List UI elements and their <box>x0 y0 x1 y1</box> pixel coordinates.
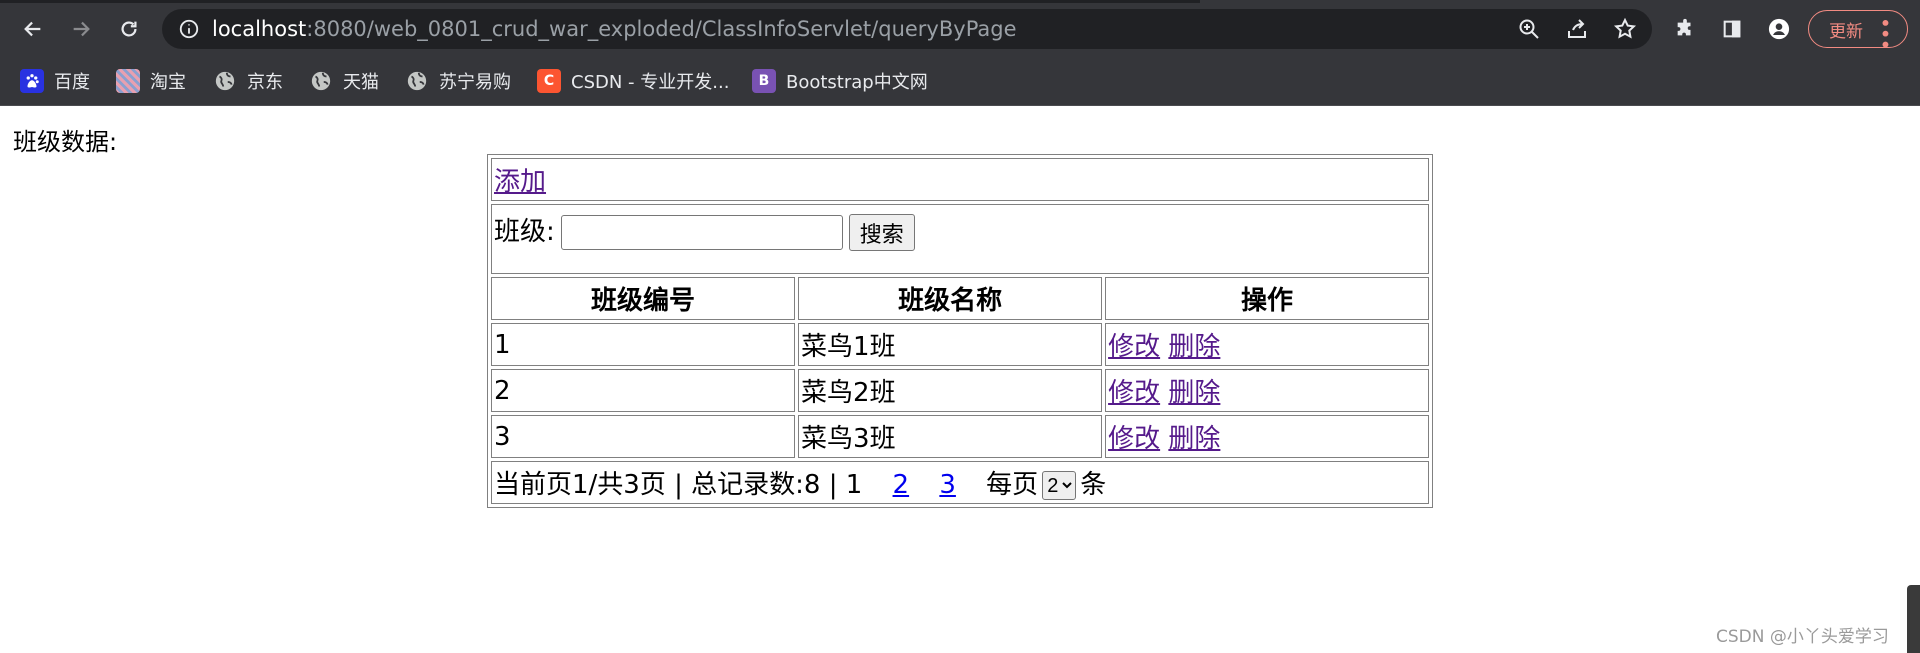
reload-icon[interactable] <box>114 14 144 44</box>
header-actions: 操作 <box>1105 277 1429 320</box>
delete-link[interactable]: 删除 <box>1168 378 1220 408</box>
cell-class-id: 2 <box>491 369 796 412</box>
per-page-unit: 条 <box>1080 470 1107 500</box>
bookmark-jd[interactable]: 京东 <box>213 66 283 96</box>
page-link-3[interactable]: 3 <box>939 470 956 500</box>
side-panel-icon[interactable] <box>1717 14 1747 44</box>
bootstrap-icon: B <box>752 69 776 93</box>
search-button[interactable]: 搜索 <box>848 214 915 251</box>
search-cell: 班级: 搜索 <box>491 204 1429 274</box>
per-page-label: 每页 <box>986 470 1039 500</box>
delete-link[interactable]: 删除 <box>1168 332 1220 362</box>
extensions-icon[interactable] <box>1670 14 1700 44</box>
header-class-id: 班级编号 <box>491 277 796 320</box>
cell-class-id: 1 <box>491 323 796 366</box>
bookmark-suning[interactable]: 苏宁易购 <box>405 66 511 96</box>
bookmark-tmall[interactable]: 天猫 <box>309 66 379 96</box>
cell-actions: 修改 删除 <box>1105 415 1429 458</box>
update-button[interactable]: 更新 ••• <box>1808 10 1908 49</box>
bookmark-label: Bootstrap中文网 <box>786 72 928 93</box>
page-title: 班级数据: <box>13 128 118 156</box>
cell-actions: 修改 删除 <box>1105 323 1429 366</box>
add-cell: 添加 <box>491 158 1429 201</box>
bookmark-label: 淘宝 <box>150 72 186 93</box>
site-info-icon[interactable] <box>178 18 200 40</box>
table-row: 1 菜鸟1班 修改 删除 <box>491 323 1429 366</box>
csdn-watermark: CSDN @小丫头爱学习 <box>1716 627 1889 647</box>
url-text[interactable]: localhost:8080/web_0801_crud_war_explode… <box>212 17 1017 41</box>
current-page: 1 <box>845 470 863 500</box>
baidu-icon <box>20 69 44 93</box>
globe-icon <box>405 69 429 93</box>
search-row: 班级: 搜索 <box>491 204 1429 274</box>
globe-icon <box>309 69 333 93</box>
bookmark-label: CSDN - 专业开发... <box>571 72 730 93</box>
pagination-cell: 当前页1/共3页 | 总记录数:8 | 1 2 3 每页 2 条 <box>491 461 1429 504</box>
bookmarks-bar: 百度 淘宝 京东 天猫 苏宁易购 C CSDN - 专业开发... B Boot… <box>0 58 1920 106</box>
cell-class-name: 菜鸟3班 <box>798 415 1103 458</box>
table-header-row: 班级编号 班级名称 操作 <box>491 277 1429 320</box>
url-path: :8080/web_0801_crud_war_exploded/ClassIn… <box>306 17 1017 41</box>
delete-link[interactable]: 删除 <box>1168 424 1220 454</box>
bookmark-label: 京东 <box>247 72 283 93</box>
bookmark-label: 百度 <box>54 72 90 93</box>
page-link-2[interactable]: 2 <box>893 470 910 500</box>
edit-link[interactable]: 修改 <box>1108 332 1160 362</box>
csdn-icon: C <box>537 69 561 93</box>
share-icon[interactable] <box>1565 17 1589 41</box>
add-link[interactable]: 添加 <box>494 167 546 197</box>
taobao-icon <box>116 69 140 93</box>
class-table: 添加 班级: 搜索 班级编号 班级名称 操作 1 菜鸟1班 修改 删除 2 菜鸟2… <box>487 154 1433 508</box>
table-row: 2 菜鸟2班 修改 删除 <box>491 369 1429 412</box>
globe-icon <box>213 69 237 93</box>
url-host: localhost <box>212 17 307 41</box>
edit-link[interactable]: 修改 <box>1108 378 1160 408</box>
pagination-row: 当前页1/共3页 | 总记录数:8 | 1 2 3 每页 2 条 <box>491 461 1429 504</box>
bookmark-bootstrap[interactable]: B Bootstrap中文网 <box>752 66 928 96</box>
tab-strip-edge <box>0 0 1200 3</box>
bookmark-taobao[interactable]: 淘宝 <box>116 66 186 96</box>
cell-class-name: 菜鸟1班 <box>798 323 1103 366</box>
bookmark-label: 苏宁易购 <box>439 72 511 93</box>
page-size-select[interactable]: 2 <box>1042 471 1077 500</box>
profile-avatar-icon[interactable] <box>1764 14 1794 44</box>
edit-link[interactable]: 修改 <box>1108 424 1160 454</box>
search-label: 班级: <box>494 217 555 247</box>
update-button-label: 更新 <box>1829 21 1863 42</box>
header-class-name: 班级名称 <box>798 277 1103 320</box>
pagination-summary: 当前页1/共3页 | 总记录数:8 | <box>494 470 838 500</box>
back-arrow-icon[interactable] <box>18 14 48 44</box>
cell-actions: 修改 删除 <box>1105 369 1429 412</box>
address-bar[interactable]: localhost:8080/web_0801_crud_war_explode… <box>162 9 1652 49</box>
bookmark-label: 天猫 <box>343 72 379 93</box>
bookmark-baidu[interactable]: 百度 <box>20 66 90 96</box>
cell-class-name: 菜鸟2班 <box>798 369 1103 412</box>
bookmark-csdn[interactable]: C CSDN - 专业开发... <box>537 66 729 96</box>
browser-toolbar: localhost:8080/web_0801_crud_war_explode… <box>0 0 1920 58</box>
more-menu-icon[interactable]: ••• <box>1873 17 1897 49</box>
add-row: 添加 <box>491 158 1429 201</box>
cell-class-id: 3 <box>491 415 796 458</box>
forward-arrow-icon[interactable] <box>66 14 96 44</box>
side-widget <box>1907 585 1920 653</box>
bookmark-star-icon[interactable] <box>1613 17 1637 41</box>
table-row: 3 菜鸟3班 修改 删除 <box>491 415 1429 458</box>
zoom-icon[interactable] <box>1517 17 1541 41</box>
class-search-input[interactable] <box>560 215 843 250</box>
